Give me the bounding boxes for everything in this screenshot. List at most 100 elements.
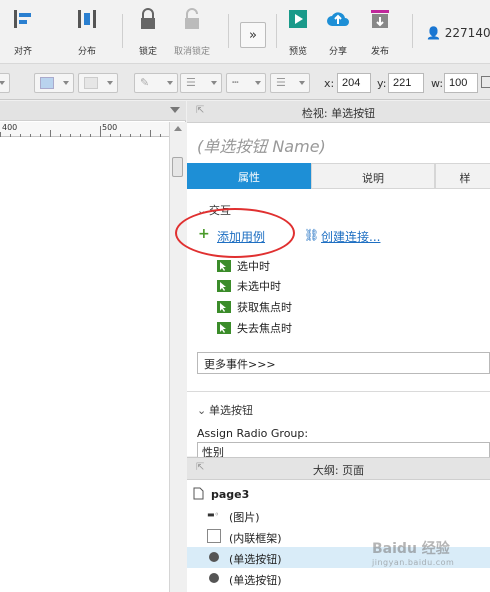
watermark-subtext: jingyan.baidu.com <box>372 558 455 567</box>
baidu-watermark: Baidu 经验 jingyan.baidu.com <box>372 538 454 567</box>
page-name: page3 <box>211 488 250 501</box>
line-width-dropdown[interactable]: ☰ <box>180 73 222 93</box>
inspector-panel: ⇱ 检视: 单选按钮 (单选按钮 Name) 属性 说明 样 ⌄ 交互 + 添加用… <box>187 101 490 462</box>
y-input[interactable] <box>388 73 424 93</box>
outline-item-label: (单选按钮) <box>229 553 282 566</box>
watermark-text: Baidu 经验 <box>372 541 450 557</box>
line-color-dropdown[interactable]: ✎ <box>134 73 178 93</box>
user-account[interactable]: 👤 227140 <box>426 26 490 40</box>
radio-icon <box>209 552 219 562</box>
w-input[interactable] <box>444 73 478 93</box>
outline-panel: ⇱ 大纲: 页面 page3 ▬◦ (图片) (内联框架) (单选按钮) (单选… <box>187 457 490 592</box>
widget-name-field[interactable]: (单选按钮 Name) <box>197 133 326 157</box>
outline-titlebar: ⇱ 大纲: 页面 <box>187 458 490 480</box>
preview-label: 预览 <box>288 47 307 57</box>
cloud-upload-icon <box>326 6 350 32</box>
toolbar-divider <box>228 14 229 48</box>
outline-item-label: (单选按钮) <box>229 574 282 587</box>
outline-item-label: (内联框架) <box>229 532 282 545</box>
iframe-icon <box>207 529 221 543</box>
fill-color-dropdown[interactable] <box>34 73 74 93</box>
more-tools-button[interactable]: » <box>240 22 266 48</box>
tab-properties[interactable]: 属性 <box>187 163 311 189</box>
event-on-unselected[interactable]: 未选中时 <box>217 278 281 294</box>
inspector-titlebar: ⇱ 检视: 单选按钮 <box>187 101 490 123</box>
publish-label: 发布 <box>370 47 389 57</box>
preview-button[interactable]: 预览 <box>284 6 312 60</box>
chevron-down-icon: ⌄ <box>197 204 207 217</box>
line-width-icon: ☰ <box>186 76 196 89</box>
play-icon <box>286 6 310 32</box>
format-dropdown[interactable] <box>0 73 10 93</box>
outline-title: 大纲: 页面 <box>312 464 365 477</box>
tab-menu-chevron-icon[interactable] <box>170 107 180 113</box>
event-label: 选中时 <box>237 260 270 273</box>
line-style-icon: ┅ <box>232 76 239 89</box>
tab-style[interactable]: 样 <box>435 163 490 189</box>
format-toolbar: ✎ ☰ ┅ ☰ x: y: w: <box>0 64 490 100</box>
page-icon <box>193 487 204 503</box>
y-label: y: <box>377 77 387 90</box>
outline-item-image[interactable]: ▬◦ (图片) <box>187 505 490 526</box>
section-divider <box>187 391 490 392</box>
lock-button[interactable]: 锁定 <box>134 6 162 60</box>
main-toolbar: 对齐 分布 锁定 取消锁定 » 预览 分享 发布 👤 227140 <box>0 0 490 64</box>
event-label: 获取焦点时 <box>237 301 292 314</box>
fill-swatch-icon <box>40 77 54 89</box>
ruler-label: 400 <box>2 123 18 132</box>
event-cursor-icon <box>217 301 231 313</box>
toolbar-divider <box>122 14 123 48</box>
align-icon <box>11 6 35 32</box>
image-icon: ▬◦ <box>207 510 220 519</box>
canvas-area[interactable]: 400 500 <box>0 101 186 592</box>
user-icon: 👤 <box>426 26 441 40</box>
line-style-dropdown[interactable]: ┅ <box>226 73 266 93</box>
arrow-style-dropdown[interactable]: ☰ <box>270 73 310 93</box>
align-button[interactable]: 对齐 <box>8 6 38 60</box>
x-input[interactable] <box>337 73 371 93</box>
chain-link-icon: ⛓ <box>304 228 320 242</box>
distribute-label: 分布 <box>77 47 96 57</box>
arrow-style-icon: ☰ <box>276 76 286 89</box>
lock-label: 锁定 <box>138 47 157 57</box>
event-cursor-icon <box>217 322 231 334</box>
distribute-button[interactable]: 分布 <box>72 6 102 60</box>
align-label: 对齐 <box>13 47 32 57</box>
share-button[interactable]: 分享 <box>324 6 352 60</box>
outline-page-row[interactable]: page3 <box>187 484 490 505</box>
distribute-icon <box>75 6 99 32</box>
event-cursor-icon <box>217 280 231 292</box>
shadow-dropdown[interactable] <box>78 73 118 93</box>
toolbar-divider <box>276 14 277 48</box>
create-link-link[interactable]: 创建连接... <box>321 228 380 245</box>
pen-icon: ✎ <box>140 76 150 89</box>
interactions-section-header[interactable]: ⌄ 交互 <box>197 202 231 218</box>
inspector-tabs: 属性 说明 样 <box>187 163 490 189</box>
radio-section-header[interactable]: ⌄ 单选按钮 <box>197 402 253 418</box>
publish-icon <box>368 6 392 32</box>
inspector-title: 检视: 单选按钮 <box>301 107 376 120</box>
w-label: w: <box>431 77 444 90</box>
vertical-scrollbar[interactable] <box>169 122 186 592</box>
add-case-link[interactable]: 添加用例 <box>217 228 265 245</box>
publish-button[interactable]: 发布 <box>362 6 398 60</box>
outline-item-radio[interactable]: (单选按钮) <box>187 568 490 589</box>
unlock-button[interactable]: 取消锁定 <box>172 6 212 60</box>
outline-item-label: (图片) <box>229 511 260 524</box>
ruler-ticks <box>0 126 161 137</box>
link-aspect-icon[interactable] <box>481 76 490 88</box>
radio-icon <box>209 573 219 583</box>
interactions-heading: 交互 <box>209 204 231 217</box>
event-on-focus[interactable]: 获取焦点时 <box>217 299 292 315</box>
more-events-dropdown[interactable]: 更多事件>>> <box>197 352 490 374</box>
scroll-up-icon[interactable] <box>174 126 182 131</box>
tab-notes[interactable]: 说明 <box>311 163 435 189</box>
chevron-down-icon: ⌄ <box>197 404 207 417</box>
ruler-label: 500 <box>102 123 118 132</box>
scroll-thumb[interactable] <box>172 157 183 177</box>
event-on-lost-focus[interactable]: 失去焦点时 <box>217 320 292 336</box>
plus-icon: + <box>198 226 210 242</box>
event-cursor-icon <box>217 260 231 272</box>
share-label: 分享 <box>328 47 347 57</box>
event-on-selected[interactable]: 选中时 <box>217 258 270 274</box>
